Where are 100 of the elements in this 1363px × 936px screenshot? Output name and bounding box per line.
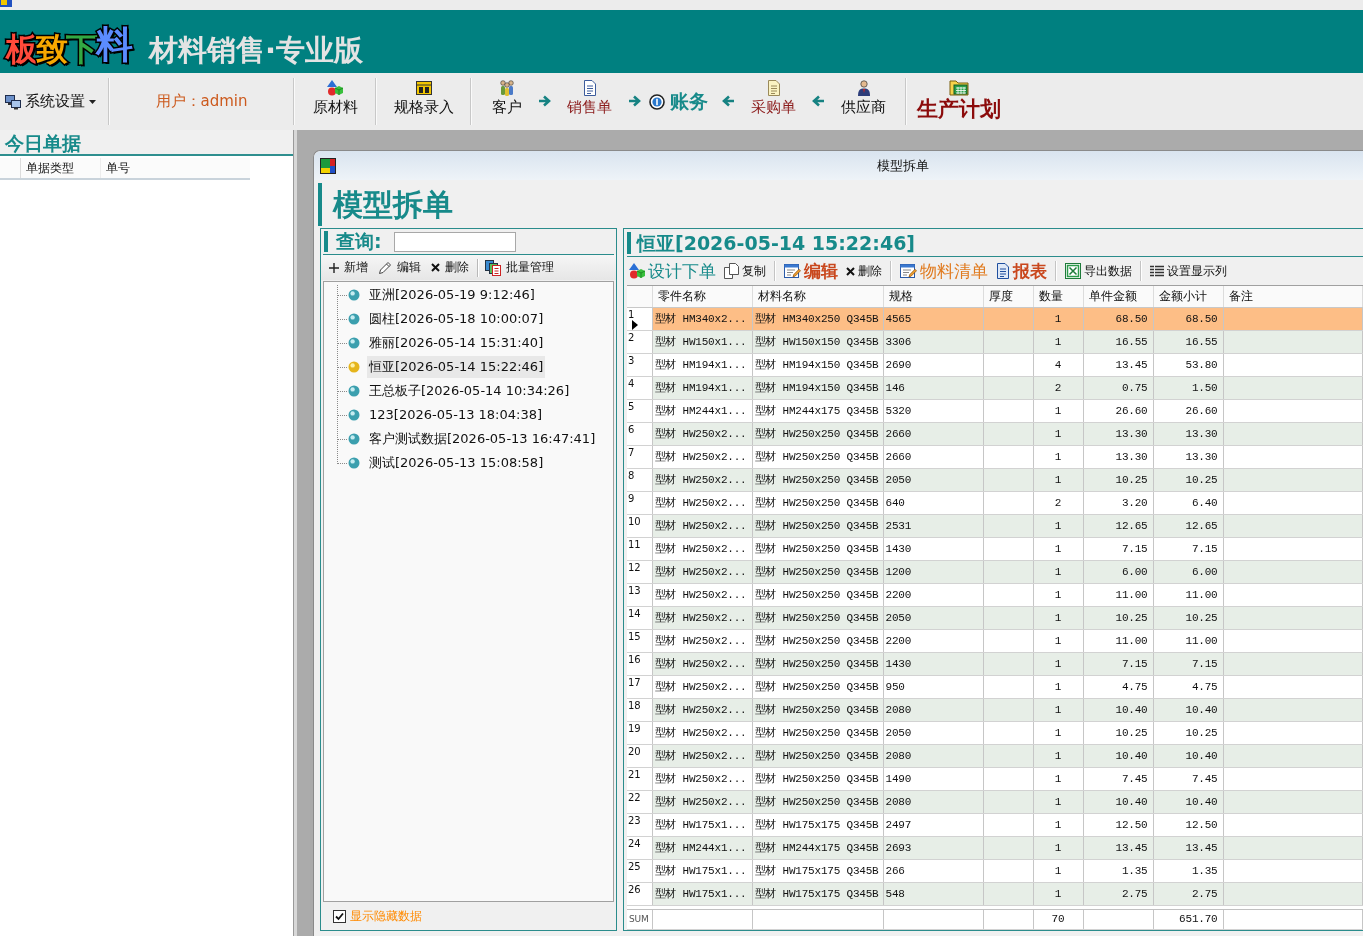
folder-icon bbox=[949, 78, 969, 96]
table-cell: 2497 bbox=[883, 813, 983, 836]
table-cell: 1 bbox=[1033, 445, 1083, 468]
copy-icon bbox=[724, 263, 739, 279]
table-cell: 4.75 bbox=[1153, 675, 1223, 698]
column-header: 金额小计 bbox=[1153, 286, 1223, 307]
toolbar-button[interactable]: 新增 bbox=[324, 257, 373, 278]
toolbar-button[interactable]: 客户 bbox=[482, 73, 532, 130]
tiles-icon bbox=[320, 157, 336, 174]
order-item[interactable]: 客户测试数据[2026-05-13 16:47:41] bbox=[367, 428, 598, 450]
window-title: 模型拆单 bbox=[877, 156, 929, 175]
toolbar-button[interactable]: 供应商 bbox=[831, 73, 896, 130]
table-cell: 950 bbox=[883, 675, 983, 698]
table-cell: 型材 HW175x1... bbox=[652, 813, 752, 836]
order-item[interactable]: 亚洲[2026-05-19 9:12:46] bbox=[367, 284, 537, 306]
table-cell: 型材 HW250x250 Q345B bbox=[752, 422, 883, 445]
row-number: 5 bbox=[628, 400, 635, 412]
coin-icon bbox=[649, 93, 665, 110]
toolbar-button[interactable]: 销售单 bbox=[557, 73, 622, 130]
order-item[interactable]: 圆柱[2026-05-18 10:00:07] bbox=[367, 308, 546, 330]
table-cell: 266 bbox=[883, 859, 983, 882]
pencil-icon bbox=[378, 260, 392, 275]
toolbar-button[interactable]: 报表 bbox=[992, 259, 1051, 283]
order-item[interactable]: 恒亚[2026-05-14 15:22:46] bbox=[367, 356, 546, 378]
table-cell: 型材 HW250x250 Q345B bbox=[752, 790, 883, 813]
toolbar-button[interactable]: 规格录入 bbox=[383, 73, 464, 130]
order-item[interactable]: 123[2026-05-13 18:04:38] bbox=[367, 404, 545, 426]
spreadsheet-icon bbox=[1065, 263, 1081, 279]
table-cell: 型材 HW250x250 Q345B bbox=[752, 537, 883, 560]
toolbar-button[interactable]: 原材料 bbox=[302, 73, 368, 130]
column-header: 材料名称 bbox=[752, 286, 883, 307]
toolbar-button[interactable]: 删除 bbox=[426, 257, 474, 278]
row-number: 25 bbox=[628, 860, 641, 872]
arrow-right-icon bbox=[538, 94, 551, 107]
row-number: 22 bbox=[628, 791, 641, 803]
toolbar-button[interactable]: 生产计划 bbox=[907, 73, 1011, 130]
panel-title: 今日单据 bbox=[0, 130, 293, 156]
table-cell: 13.30 bbox=[1153, 445, 1223, 468]
order-item[interactable]: 雅丽[2026-05-14 15:31:40] bbox=[367, 332, 546, 354]
table-cell: 型材 HW250x2... bbox=[652, 629, 752, 652]
table-cell: 7.15 bbox=[1153, 537, 1223, 560]
table-cell: 2 bbox=[1033, 491, 1083, 514]
column-header: 零件名称 bbox=[652, 286, 752, 307]
table-cell: 型材 HM244x1... bbox=[652, 399, 752, 422]
table-cell: 型材 HW250x250 Q345B bbox=[752, 560, 883, 583]
table-cell: 13.30 bbox=[1083, 445, 1153, 468]
table-cell: 型材 HW250x250 Q345B bbox=[752, 744, 883, 767]
toolbar-button[interactable]: 设置显示列 bbox=[1146, 259, 1231, 283]
table-cell: 10.25 bbox=[1153, 721, 1223, 744]
row-number: 4 bbox=[628, 377, 635, 389]
table-cell: 1 bbox=[1033, 721, 1083, 744]
arrow-left-icon bbox=[722, 94, 735, 107]
plus-icon bbox=[329, 262, 339, 273]
table-cell: 型材 HW250x250 Q345B bbox=[752, 514, 883, 537]
toolbar-button[interactable]: 删除 bbox=[842, 259, 886, 283]
table-cell: 2200 bbox=[883, 583, 983, 606]
table-cell: 型材 HW250x250 Q345B bbox=[752, 629, 883, 652]
arrow-right-icon bbox=[628, 94, 641, 107]
toolbar-button[interactable]: 账务 bbox=[647, 73, 716, 130]
row-number: 15 bbox=[628, 630, 641, 642]
sphere-icon bbox=[348, 457, 360, 469]
app-logo: 板致下料 bbox=[6, 26, 131, 70]
row-number: 16 bbox=[628, 653, 641, 665]
table-cell: 型材 HM194x1... bbox=[652, 353, 752, 376]
table-cell: 1 bbox=[1033, 399, 1083, 422]
order-item[interactable]: 王总板子[2026-05-14 10:34:26] bbox=[367, 380, 572, 402]
toolbar-button[interactable]: 采购单 bbox=[741, 73, 806, 130]
stacked-sheets-icon bbox=[485, 259, 501, 276]
row-number: 6 bbox=[628, 423, 635, 435]
people-icon bbox=[499, 80, 515, 96]
table-cell: 53.80 bbox=[1153, 353, 1223, 376]
checkbox[interactable] bbox=[333, 909, 346, 923]
table-cell: 4 bbox=[1033, 353, 1083, 376]
toolbar-button[interactable]: 设计下单 bbox=[625, 259, 720, 283]
caret-icon bbox=[89, 99, 96, 104]
arrow-left-icon bbox=[812, 94, 825, 107]
settings-menu-button[interactable]: 系统设置 bbox=[0, 73, 101, 130]
table-cell: 型材 HW250x2... bbox=[652, 445, 752, 468]
table-cell: 型材 HM194x150 Q345B bbox=[752, 376, 883, 399]
table-cell: 4.75 bbox=[1083, 675, 1153, 698]
search-field[interactable] bbox=[393, 231, 516, 252]
toolbar-button[interactable]: 编辑 bbox=[373, 257, 426, 278]
table-cell: 2660 bbox=[883, 445, 983, 468]
toolbar-button[interactable]: 导出数据 bbox=[1061, 259, 1136, 283]
table-cell: 11.00 bbox=[1083, 629, 1153, 652]
table-cell: 1 bbox=[1033, 767, 1083, 790]
toolbar-button[interactable]: 复制 bbox=[720, 259, 770, 283]
table-cell: 11.00 bbox=[1153, 629, 1223, 652]
edit-form-icon bbox=[900, 263, 917, 279]
table-cell: 640 bbox=[883, 491, 983, 514]
toolbar-button[interactable]: 编辑 bbox=[780, 259, 842, 283]
table-cell: 10.25 bbox=[1083, 721, 1153, 744]
sum-cell: 70 bbox=[1033, 909, 1083, 930]
sum-label: SUM bbox=[627, 909, 652, 930]
order-item[interactable]: 测试[2026-05-13 15:08:58] bbox=[367, 452, 546, 474]
table-cell: 型材 HM194x150 Q345B bbox=[752, 353, 883, 376]
table-cell: 型材 HW250x250 Q345B bbox=[752, 606, 883, 629]
toolbar-button[interactable]: 批量管理 bbox=[480, 257, 559, 278]
edit-form-icon bbox=[784, 263, 801, 279]
document-icon bbox=[582, 80, 597, 96]
